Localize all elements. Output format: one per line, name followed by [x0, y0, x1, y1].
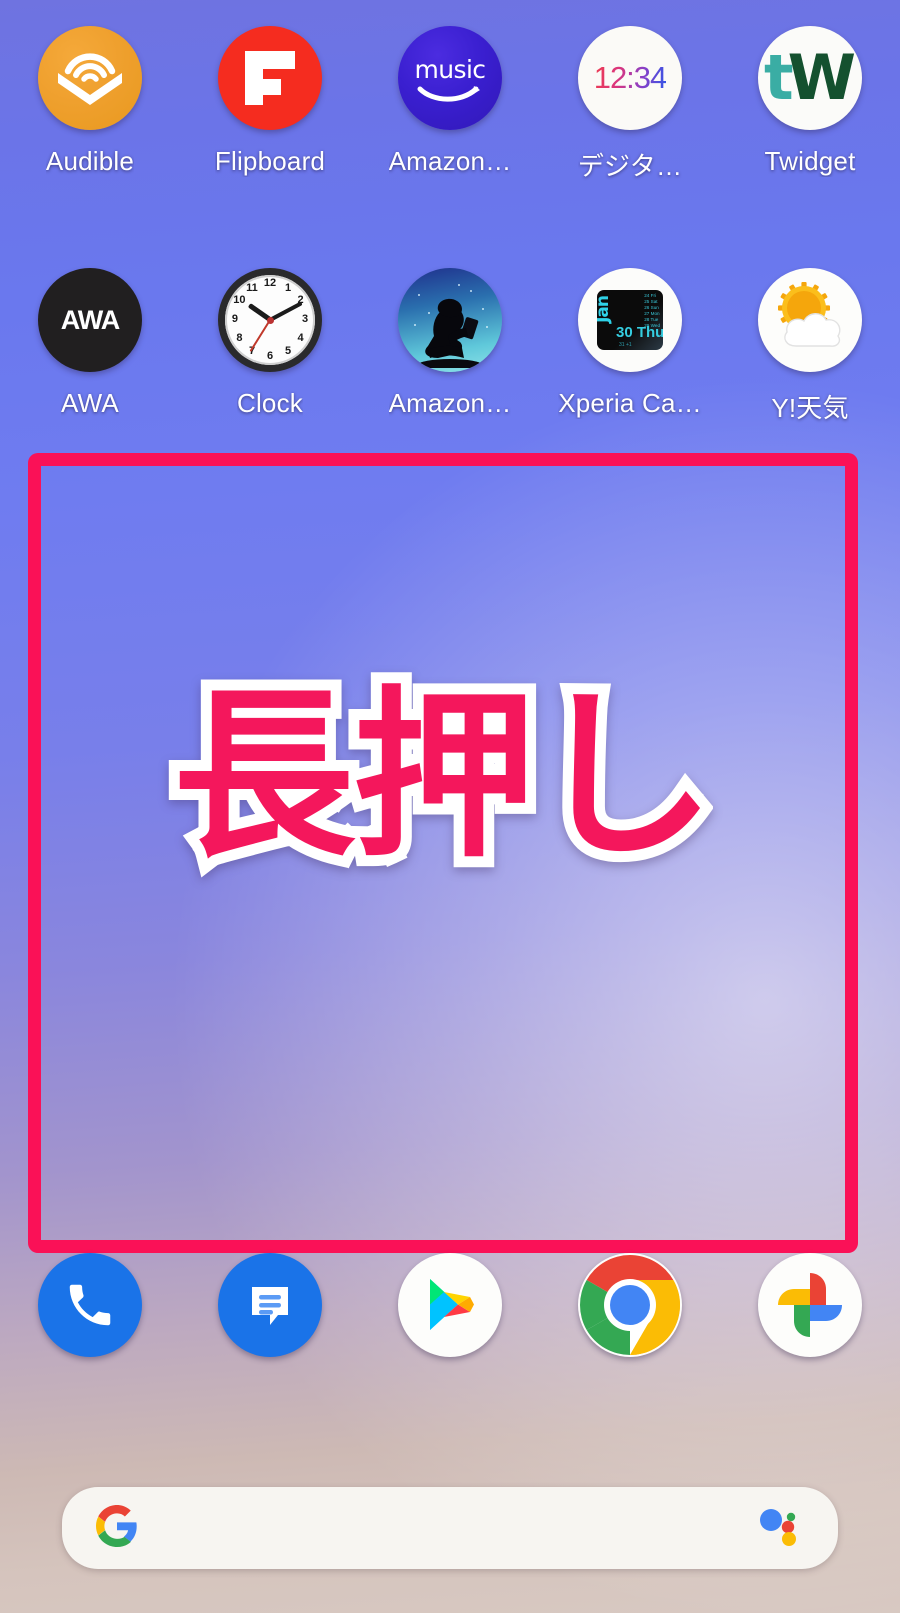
message-bubble-glyph: [252, 1287, 288, 1325]
app-cell-yahoo-weather[interactable]: Y!天気: [720, 268, 900, 425]
app-label: Y!天気: [771, 393, 849, 423]
app-cell-audible[interactable]: Audible: [0, 26, 180, 183]
xperia-calendar-icon[interactable]: Jan 24 Fri 25 Sat 26 Sun 27 Mon 28 Tue 2…: [578, 268, 682, 372]
amazon-music-icon[interactable]: music: [398, 26, 502, 130]
dock-cell-phone[interactable]: [0, 1253, 180, 1357]
app-cell-xperia-calendar[interactable]: Jan 24 Fri 25 Sat 26 Sun 27 Mon 28 Tue 2…: [540, 268, 720, 425]
twidget-letter-w: W: [787, 41, 857, 115]
home-screen: Audible Flipboard music Amazon… 12:34 デジ…: [0, 0, 900, 1613]
amazon-smile-arrow-icon: [417, 85, 480, 102]
google-g-icon: [96, 1504, 138, 1552]
app-row-1: Audible Flipboard music Amazon… 12:34 デジ…: [0, 26, 900, 183]
app-cell-digital-clock[interactable]: 12:34 デジタ…: [540, 26, 720, 183]
app-label: AWA: [61, 388, 119, 418]
app-cell-kindle[interactable]: Amazon…: [360, 268, 540, 425]
app-label: Amazon…: [388, 146, 512, 176]
app-cell-amazon-music[interactable]: music Amazon…: [360, 26, 540, 183]
analog-clock-icon[interactable]: 12 1 2 3 4 5 6 7 8 9 10 11: [218, 268, 322, 372]
yahoo-weather-icon[interactable]: [758, 268, 862, 372]
photos-pinwheel-glyph: [778, 1273, 842, 1337]
dock-cell-play-store[interactable]: [360, 1253, 540, 1357]
calendar-next-day: 31 +1: [619, 342, 632, 348]
digital-clock-icon[interactable]: 12:34: [578, 26, 682, 130]
search-input[interactable]: [138, 1487, 758, 1569]
clock-second-hand: [249, 319, 271, 352]
kindle-icon[interactable]: [398, 268, 502, 372]
app-row-2: AWA AWA 12 1 2 3 4 5 6 7 8 9 10 11 Clock…: [0, 268, 900, 425]
chrome-glyph: [580, 1255, 680, 1355]
dock-cell-messages[interactable]: [180, 1253, 360, 1357]
amazon-music-wordmark: music: [414, 54, 487, 84]
flipboard-glyph: [245, 51, 295, 105]
flipboard-icon[interactable]: [218, 26, 322, 130]
calendar-month-label: Jan: [597, 296, 613, 323]
app-cell-flipboard[interactable]: Flipboard: [180, 26, 360, 183]
xperia-calendar-widget: Jan 24 Fri 25 Sat 26 Sun 27 Mon 28 Tue 2…: [597, 290, 663, 350]
chrome-icon[interactable]: [578, 1253, 682, 1357]
google-photos-icon[interactable]: [758, 1253, 862, 1357]
app-label: デジタ…: [577, 151, 683, 181]
dock-cell-photos[interactable]: [720, 1253, 900, 1357]
audible-glyph: [58, 53, 122, 105]
dock-cell-chrome[interactable]: [540, 1253, 720, 1357]
app-label: Twidget: [764, 146, 856, 176]
play-store-icon[interactable]: [398, 1253, 502, 1357]
calendar-today: 30 Thu: [616, 324, 663, 341]
phone-icon[interactable]: [38, 1253, 142, 1357]
clock-face: 12 1 2 3 4 5 6 7 8 9 10 11: [225, 275, 315, 365]
app-label: Amazon…: [388, 388, 512, 418]
awa-wordmark: AWA: [60, 304, 121, 335]
app-cell-twidget[interactable]: t W Twidget: [720, 26, 900, 183]
app-label: Xperia Ca…: [558, 388, 702, 418]
phone-handset-glyph: [69, 1284, 111, 1326]
google-assistant-icon[interactable]: [758, 1505, 804, 1552]
audible-icon[interactable]: [38, 26, 142, 130]
play-triangle-glyph: [430, 1279, 474, 1330]
app-cell-awa[interactable]: AWA AWA: [0, 268, 180, 425]
app-cell-clock[interactable]: 12 1 2 3 4 5 6 7 8 9 10 11 Clock: [180, 268, 360, 425]
app-label: Flipboard: [214, 146, 326, 176]
awa-icon[interactable]: AWA: [38, 268, 142, 372]
dock: [0, 1253, 900, 1357]
kindle-reader-silhouette-icon: [418, 298, 482, 368]
app-label: Audible: [45, 146, 135, 176]
long-press-label: 長押し: [162, 670, 726, 882]
messages-icon[interactable]: [218, 1253, 322, 1357]
digital-clock-time: 12:34: [593, 60, 668, 95]
twidget-icon[interactable]: t W: [758, 26, 862, 130]
app-label: Clock: [236, 388, 303, 418]
sun-behind-cloud-icon: [778, 282, 841, 347]
clock-pivot: [266, 316, 274, 324]
google-search-bar[interactable]: [62, 1487, 838, 1569]
